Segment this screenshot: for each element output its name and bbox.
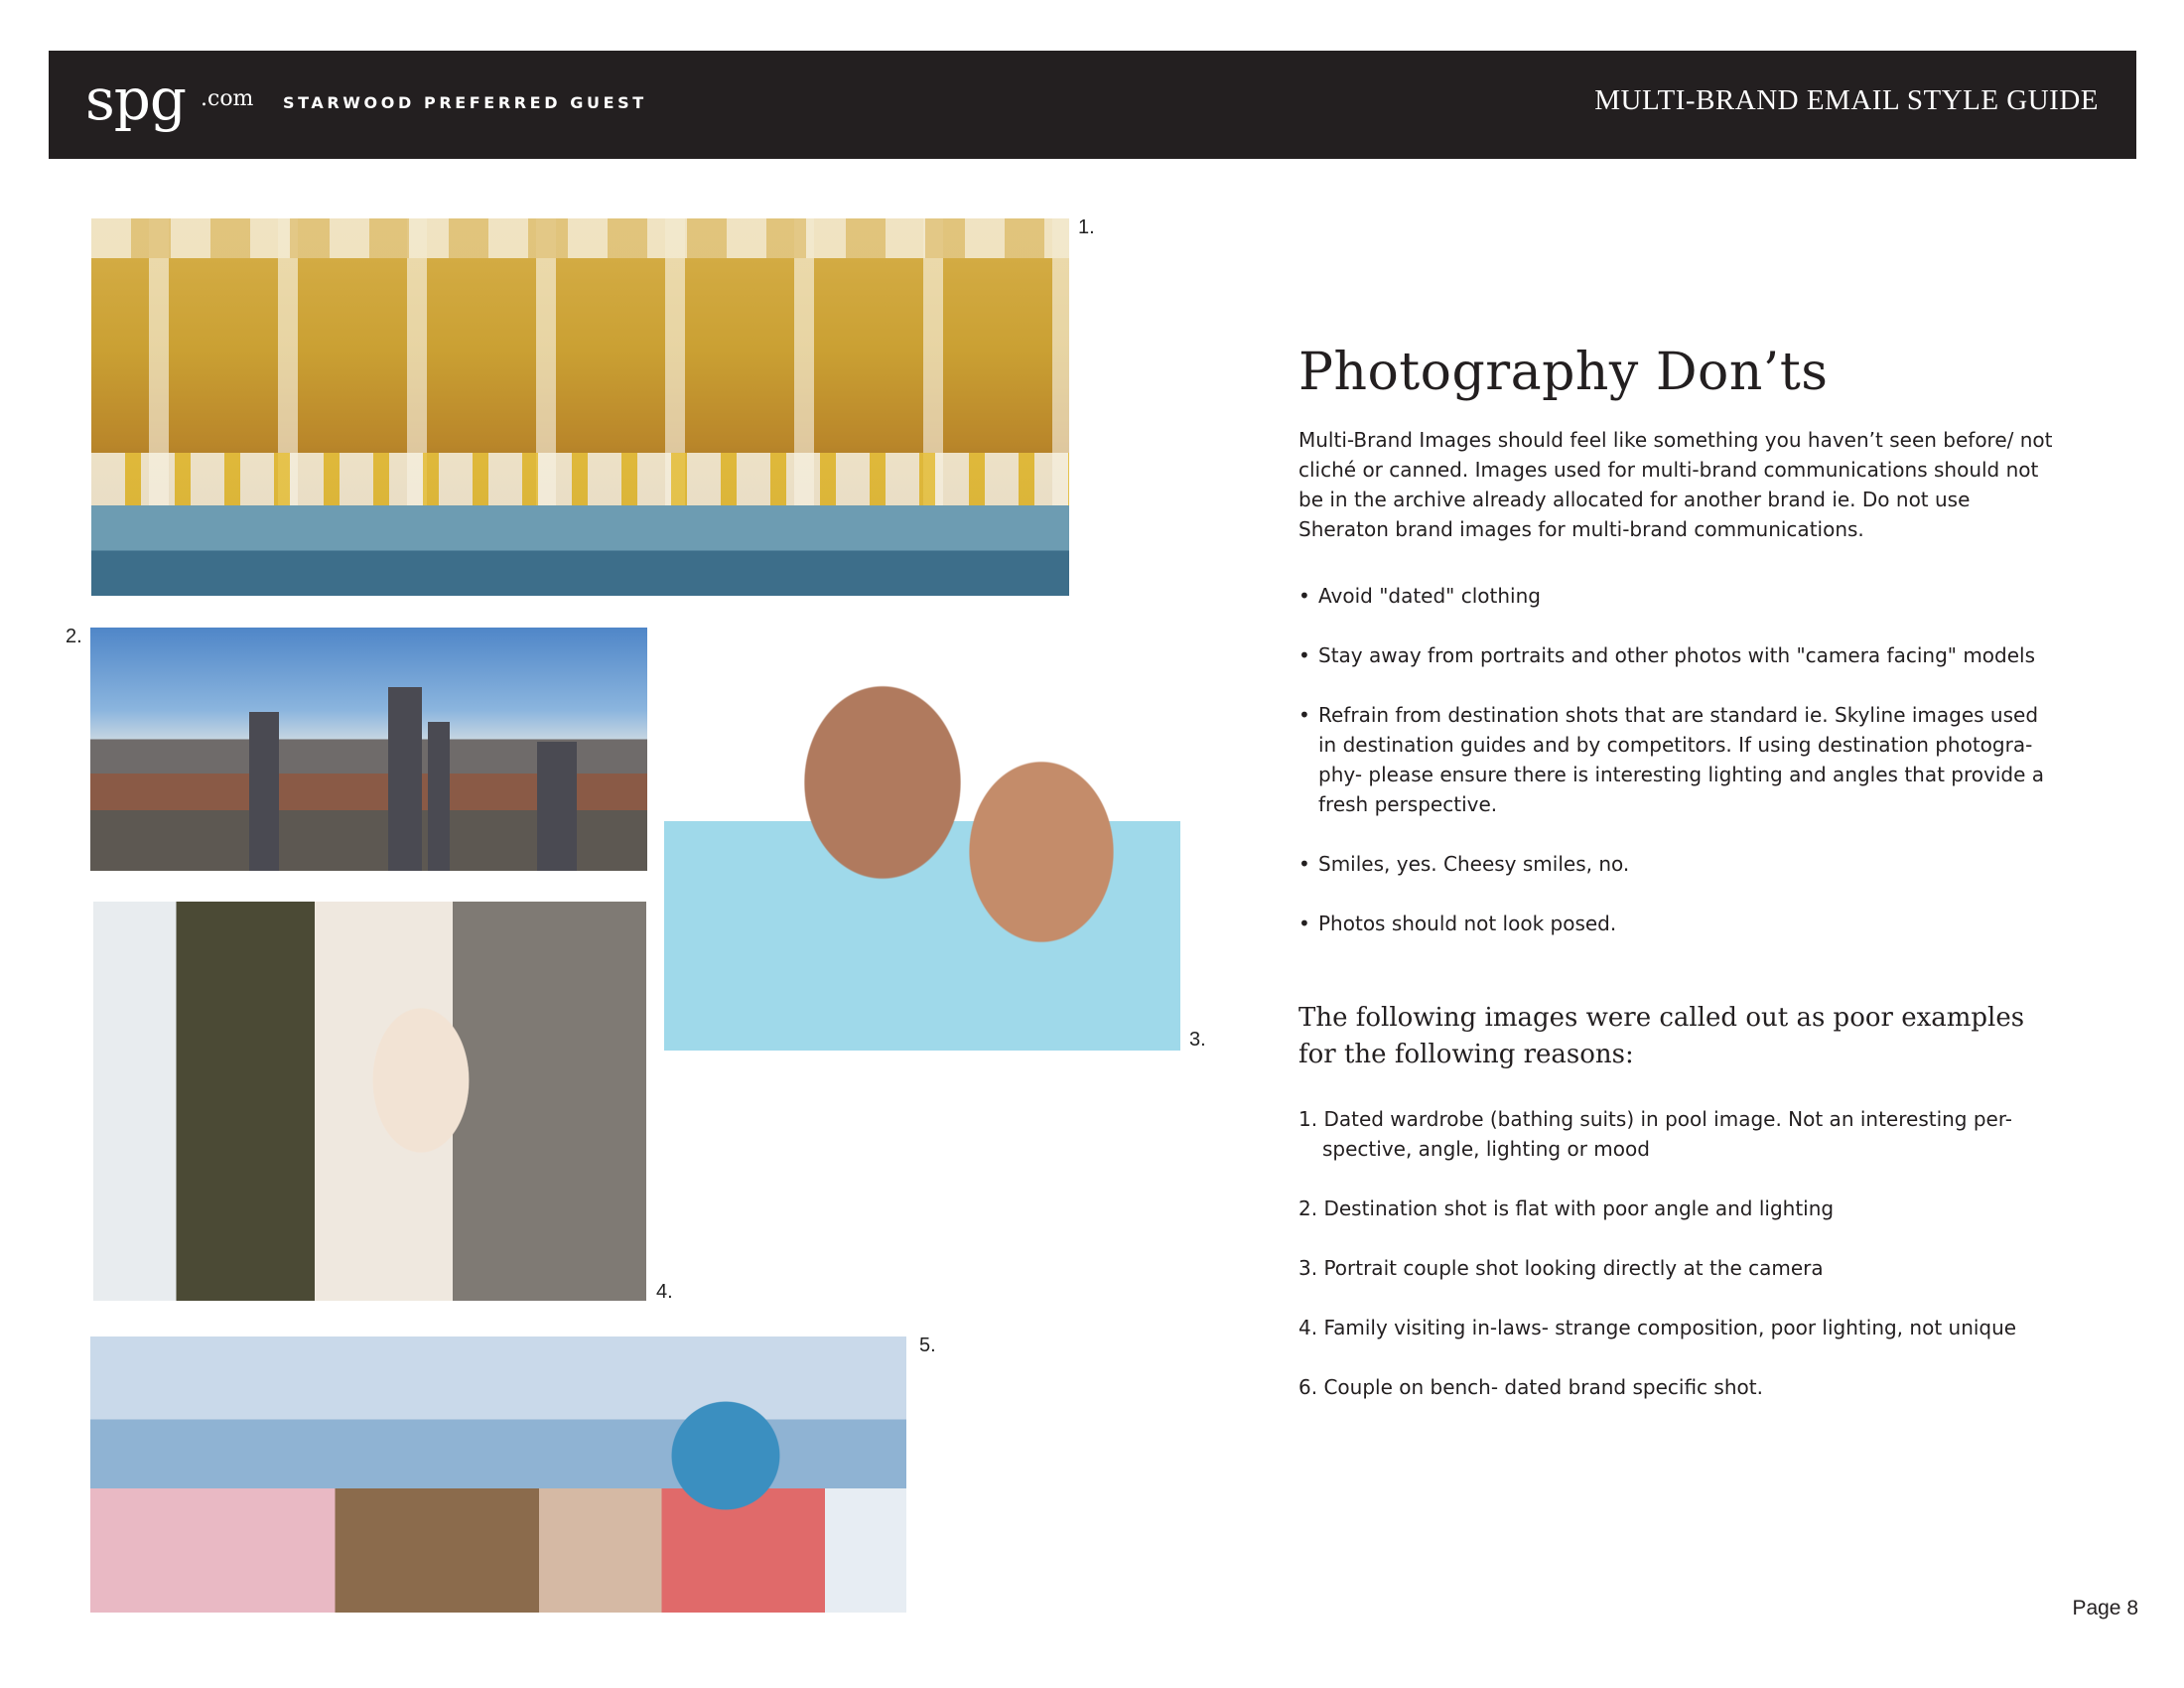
guideline-item: Stay away from portraits and other photo… (1298, 640, 2053, 670)
family-bench-photo (90, 1336, 906, 1613)
guideline-list: Avoid "dated" clothing Stay away from po… (1298, 581, 2053, 968)
page-heading: Photography Don’ts (1298, 343, 1829, 402)
skyline-building (537, 742, 577, 871)
header-bar: spg .com STARWOOD PREFERRED GUEST MULTI-… (49, 51, 2136, 159)
reason-item: 6. Couple on bench- dated brand specific… (1298, 1375, 1763, 1399)
reasons-list: 1. Dated wardrobe (bathing suits) in poo… (1298, 1104, 2053, 1432)
skyline-building (249, 712, 279, 871)
skyline-building (428, 722, 450, 871)
guideline-item: Avoid "dated" clothing (1298, 581, 2053, 611)
pool-awning-detail (91, 218, 1069, 258)
guideline-item: Refrain from destination shots that are … (1298, 700, 2053, 819)
brand-name: STARWOOD PREFERRED GUEST (283, 93, 647, 112)
photo-caption-1: 1. (1078, 216, 1095, 238)
skyline-building (388, 687, 422, 871)
intro-paragraph: Multi-Brand Images should feel like some… (1298, 428, 2053, 541)
page-number: Page 8 (2072, 1597, 2138, 1619)
reason-item: 1. Dated wardrobe (bathing suits) in poo… (1298, 1107, 2013, 1161)
skyline-photo (90, 628, 647, 871)
pool-photo (91, 218, 1069, 596)
logo-suffix: .com (201, 86, 254, 111)
photo-caption-5: 5. (919, 1335, 936, 1356)
reason-item: 3. Portrait couple shot looking directly… (1298, 1256, 1824, 1280)
reason-item: 2. Destination shot is flat with poor an… (1298, 1196, 1835, 1220)
pool-loungers-detail (91, 452, 1069, 505)
photo-caption-3: 3. (1189, 1029, 1206, 1051)
guideline-item: Photos should not look posed. (1298, 909, 2053, 938)
photo-caption-2: 2. (66, 626, 82, 647)
guideline-item: Smiles, yes. Cheesy smiles, no. (1298, 849, 2053, 879)
photo-caption-4: 4. (656, 1281, 673, 1303)
family-visit-photo (93, 902, 646, 1301)
portrait-couple-photo (664, 633, 1180, 1051)
reason-item: 4. Family visiting in-laws- strange comp… (1298, 1316, 2017, 1339)
document-title: MULTI-BRAND EMAIL STYLE GUIDE (1594, 84, 2099, 116)
spg-logo: spg (85, 66, 187, 133)
reasons-subheading: The following images were called out as … (1298, 1003, 2025, 1069)
